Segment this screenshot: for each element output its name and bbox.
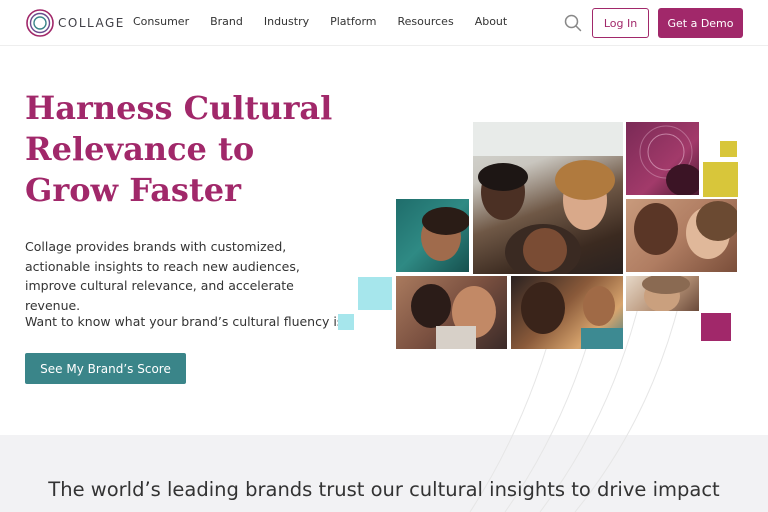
hero-title-line-3: Grow Faster <box>25 171 241 209</box>
menu-item-brand[interactable]: Brand <box>210 15 243 28</box>
hero-question: Want to know what your brand’s cultural … <box>25 314 350 329</box>
login-button[interactable]: Log In <box>592 8 649 38</box>
hero-title-line-1: Harness Cultural <box>25 89 333 127</box>
aqua-square-large <box>358 277 392 310</box>
photo-tile-top-center <box>473 122 623 274</box>
hero-title: Harness Cultural Relevance to Grow Faste… <box>25 88 355 211</box>
menu-item-consumer[interactable]: Consumer <box>133 15 189 28</box>
get-demo-button[interactable]: Get a Demo <box>658 8 743 38</box>
photo-tile-bottom-left <box>396 276 507 349</box>
search-icon[interactable] <box>564 14 582 32</box>
see-brand-score-button[interactable]: See My Brand’s Score <box>25 353 186 384</box>
top-nav: COLLAGE Consumer Brand Industry Platform… <box>0 0 768 46</box>
hero-title-line-2: Relevance to <box>25 130 255 168</box>
main-menu: Consumer Brand Industry Platform Resourc… <box>133 15 528 28</box>
hero-description: Collage provides brands with customized,… <box>25 239 300 313</box>
menu-item-industry[interactable]: Industry <box>264 15 309 28</box>
photo-tile-mid-left <box>396 199 469 272</box>
yellow-square-small <box>720 141 737 157</box>
photo-tile-top-right <box>626 122 699 195</box>
yellow-square <box>703 162 738 197</box>
logo[interactable]: COLLAGE <box>25 8 125 38</box>
menu-item-platform[interactable]: Platform <box>330 15 376 28</box>
trust-headline: The world’s leading brands trust our cul… <box>48 478 720 501</box>
menu-item-resources[interactable]: Resources <box>398 15 454 28</box>
magenta-square <box>701 313 731 341</box>
photo-tile-bottom-center <box>511 276 623 349</box>
photo-tile-mid-right <box>626 199 737 272</box>
menu-item-about[interactable]: About <box>475 15 508 28</box>
collage-logo-icon <box>26 9 54 37</box>
logo-text: COLLAGE <box>58 16 125 30</box>
photo-tile-bottom-right <box>626 276 699 311</box>
